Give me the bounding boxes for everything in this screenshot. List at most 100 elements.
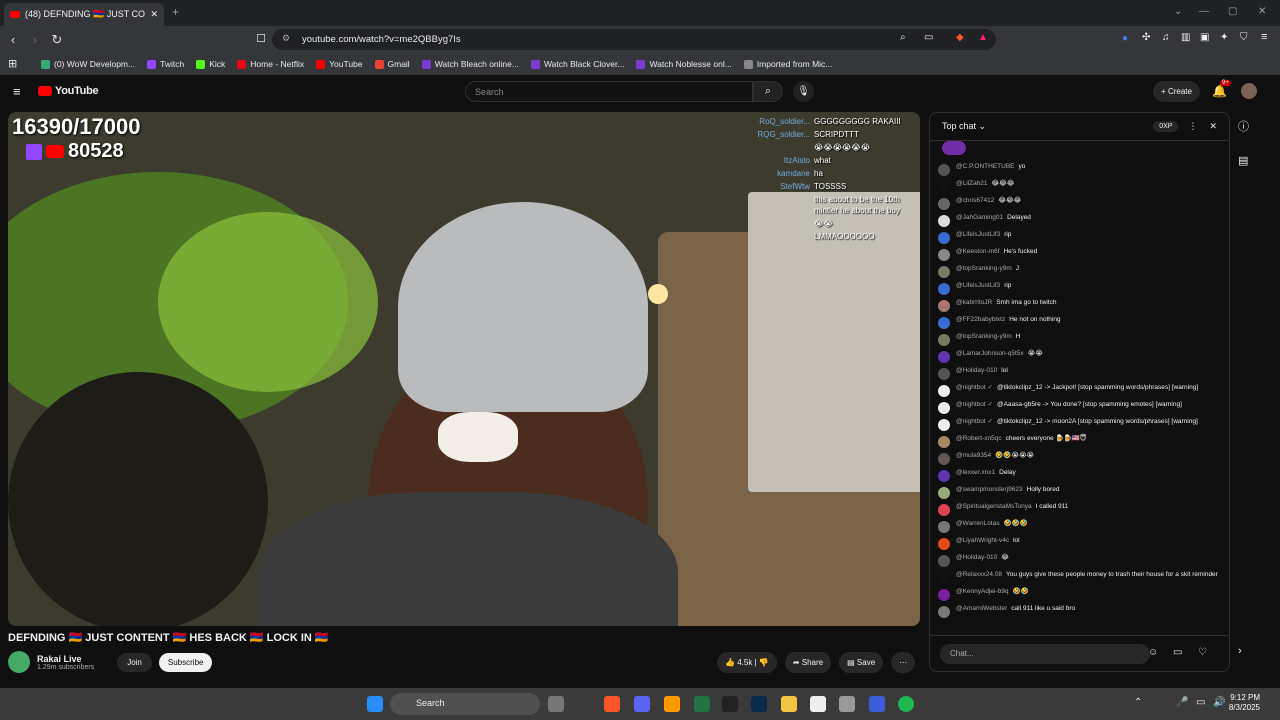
emoji-icon[interactable]: ☺ bbox=[1148, 647, 1158, 658]
chat-avatar[interactable] bbox=[938, 470, 950, 482]
join-button[interactable]: Join bbox=[117, 652, 152, 672]
chat-author[interactable]: @SpiritualgenstaMsTonya bbox=[956, 503, 1032, 510]
obs-icon[interactable] bbox=[722, 696, 738, 712]
gift-icon[interactable] bbox=[942, 141, 966, 155]
cast-icon[interactable]: ▭ bbox=[924, 32, 933, 43]
chat-author[interactable]: @LifelsJustLif3 bbox=[956, 282, 1000, 289]
chat-avatar[interactable] bbox=[938, 419, 950, 431]
new-tab-icon[interactable]: + bbox=[172, 5, 179, 19]
chat-avatar[interactable] bbox=[938, 198, 950, 210]
chat-avatar[interactable] bbox=[938, 572, 950, 584]
close-window-icon[interactable]: ✕ bbox=[1258, 6, 1266, 17]
bookmark-item[interactable]: Watch Bleach online... bbox=[417, 59, 524, 69]
chat-author[interactable]: @lexxer.xnx1 bbox=[956, 469, 995, 476]
chat-message[interactable]: @C.P.ONTHETUBE yo bbox=[930, 161, 1229, 178]
network-icon[interactable]: ▭ bbox=[1196, 697, 1205, 708]
start-icon[interactable] bbox=[367, 696, 383, 712]
heart-icon[interactable]: ♡ bbox=[1198, 647, 1207, 658]
ai-icon[interactable]: ✦ bbox=[1220, 32, 1228, 43]
wallet-icon[interactable]: ▣ bbox=[1200, 32, 1209, 43]
bookmark-item[interactable]: YouTube bbox=[311, 59, 367, 69]
chat-message[interactable]: @WarrenLotas 🤣🤣🤣 bbox=[930, 518, 1229, 535]
chat-author[interactable]: @topSranking-y9m bbox=[956, 265, 1012, 272]
video-player[interactable]: 16390/17000 80528 RoQ_soldier... GGGGGGGG… bbox=[8, 112, 920, 626]
zoom-icon[interactable]: ⌕ bbox=[900, 32, 906, 43]
app3-icon[interactable] bbox=[869, 696, 885, 712]
chat-message[interactable]: @topSranking-y9m J bbox=[930, 263, 1229, 280]
reload-icon[interactable]: ↻ bbox=[46, 32, 68, 48]
chat-author[interactable]: @nightbot ✓ bbox=[956, 384, 993, 391]
chat-message[interactable]: @LamarJohnson-q5t5x 😭😭 bbox=[930, 348, 1229, 365]
chat-message[interactable]: @nightbot ✓ @tiktokclipz_12 -> moon2A [st… bbox=[930, 416, 1229, 433]
settings-icon[interactable] bbox=[839, 696, 855, 712]
bookmark-item[interactable]: (0) WoW Developm... bbox=[36, 59, 140, 69]
chat-author[interactable]: @LiyahWright-v4c bbox=[956, 537, 1009, 544]
music-icon[interactable]: ♫ bbox=[1162, 32, 1170, 43]
chat-avatar[interactable] bbox=[938, 555, 950, 567]
chat-author[interactable]: @kabrritoJR bbox=[956, 299, 992, 306]
notifications-bell-icon[interactable]: 🔔 bbox=[1212, 84, 1227, 98]
url-bar[interactable]: ⚙ youtube.com/watch?v=me2QBByg7Is ⌕ ▭ ◆ … bbox=[272, 29, 996, 50]
chat-author[interactable]: @Keeston-m6f bbox=[956, 248, 999, 255]
like-button[interactable]: 👍 4.5k | 👎 bbox=[717, 652, 777, 673]
chat-message[interactable]: @LifelsJustLif3 rip bbox=[930, 280, 1229, 297]
app2-icon[interactable] bbox=[810, 696, 826, 712]
chat-avatar[interactable] bbox=[938, 606, 950, 618]
chat-author[interactable]: @WarrenLotas bbox=[956, 520, 1000, 527]
create-button[interactable]: + Create bbox=[1153, 81, 1200, 102]
taskbar-search[interactable]: Search bbox=[390, 693, 540, 715]
photoshop-icon[interactable] bbox=[751, 696, 767, 712]
bookmark-item[interactable]: Watch Noblesse onl... bbox=[631, 59, 736, 69]
bookmark-item[interactable]: Watch Black Clover... bbox=[526, 59, 629, 69]
site-info-icon[interactable]: ⚙ bbox=[282, 33, 290, 44]
info-icon[interactable]: ⓘ bbox=[1238, 118, 1258, 134]
chat-author[interactable]: @LifelsJustLif3 bbox=[956, 231, 1000, 238]
chat-avatar[interactable] bbox=[938, 181, 950, 193]
chat-avatar[interactable] bbox=[938, 351, 950, 363]
excel-icon[interactable] bbox=[694, 696, 710, 712]
minimize-icon[interactable]: — bbox=[1199, 6, 1209, 17]
save-button[interactable]: ▤ Save bbox=[839, 652, 884, 673]
search-input[interactable]: Search bbox=[465, 81, 753, 102]
more-actions-button[interactable]: ⋯ bbox=[891, 652, 916, 673]
chat-message[interactable]: @Keeston-m6f He's fucked bbox=[930, 246, 1229, 263]
chat-message[interactable]: @FF22babyblxtz He not on nothing bbox=[930, 314, 1229, 331]
chat-message[interactable]: @lexxer.xnx1 Delay bbox=[930, 467, 1229, 484]
spotify-icon[interactable] bbox=[898, 696, 914, 712]
discord-icon[interactable] bbox=[634, 696, 650, 712]
chat-message[interactable]: @LiyahWright-v4c lol bbox=[930, 535, 1229, 552]
rewards-icon[interactable]: ▲ bbox=[978, 32, 988, 43]
chat-avatar[interactable] bbox=[938, 215, 950, 227]
chat-author[interactable]: @swampmonsterj9623 bbox=[956, 486, 1023, 493]
chat-avatar[interactable] bbox=[938, 283, 950, 295]
chat-avatar[interactable] bbox=[938, 232, 950, 244]
bookmark-item[interactable]: Imported from Mic... bbox=[739, 59, 838, 69]
chat-message[interactable]: @Relaxxx24.08 You guys give these people … bbox=[930, 569, 1229, 586]
app-icon[interactable] bbox=[664, 696, 680, 712]
chat-avatar[interactable] bbox=[938, 453, 950, 465]
account-avatar[interactable] bbox=[1241, 83, 1257, 99]
chat-avatar[interactable] bbox=[938, 487, 950, 499]
close-tab-icon[interactable]: ✕ bbox=[150, 9, 158, 20]
mic-tray-icon[interactable]: 🎤 bbox=[1176, 697, 1188, 708]
maximize-icon[interactable]: ▢ bbox=[1228, 6, 1237, 17]
bookmark-item[interactable]: Kick bbox=[191, 59, 230, 69]
bookmark-icon[interactable]: ☐ bbox=[256, 32, 266, 45]
chat-avatar[interactable] bbox=[938, 504, 950, 516]
chat-author[interactable]: @topSranking-y9m bbox=[956, 333, 1012, 340]
share-button[interactable]: ➦ Share bbox=[784, 652, 832, 673]
chat-avatar[interactable] bbox=[938, 538, 950, 550]
brave-icon[interactable] bbox=[604, 696, 620, 712]
menu-icon[interactable]: ≡ bbox=[1261, 31, 1267, 43]
thumbs-down-icon[interactable]: 👎 bbox=[759, 658, 769, 667]
browser-tab[interactable]: (48) DEFNDING 🇦🇲 JUST CONTENT ✕ bbox=[4, 3, 164, 26]
chat-message[interactable]: @LilZah21 😂😂😂 bbox=[930, 178, 1229, 195]
chat-avatar[interactable] bbox=[938, 368, 950, 380]
chat-message[interactable]: @topSranking-y9m H bbox=[930, 331, 1229, 348]
taskbar-clock[interactable]: 9:12 PM 8/3/2025 bbox=[1229, 693, 1260, 713]
forward-icon[interactable]: › bbox=[24, 32, 46, 47]
chat-more-icon[interactable]: ⋮ bbox=[1188, 121, 1197, 132]
youtube-logo[interactable]: YouTube bbox=[38, 85, 99, 97]
chat-message[interactable]: @mula9354 🤣🤣😭😭😭 bbox=[930, 450, 1229, 467]
chat-author[interactable]: @Relaxxx24.08 bbox=[956, 571, 1002, 578]
